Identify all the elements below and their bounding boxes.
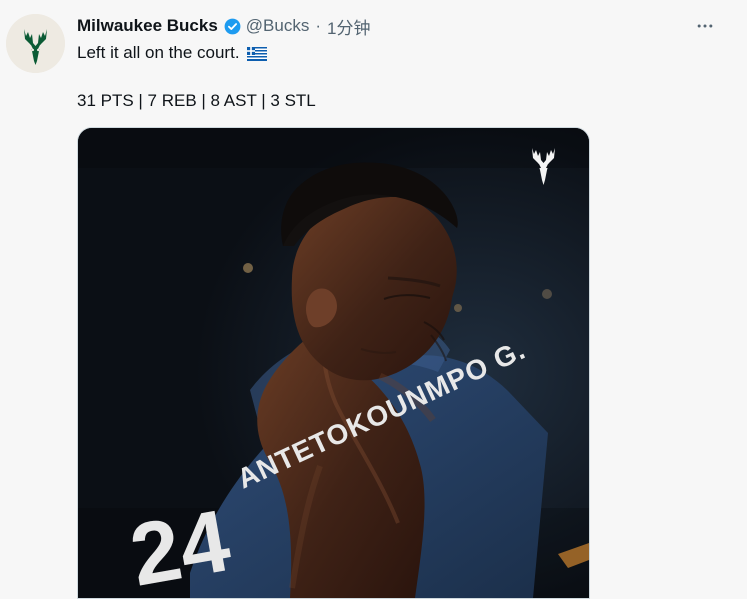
tweet-media[interactable]: ANTETOKOUNMPO G. 24	[77, 127, 590, 599]
more-icon	[697, 24, 713, 28]
verified-badge-icon	[223, 17, 242, 36]
tweet-card: Milwaukee Bucks @Bucks · 1分钟 Left it all…	[0, 0, 747, 599]
header-separator: ·	[315, 16, 322, 35]
jersey-number: 24	[123, 490, 237, 598]
author-display-name[interactable]: Milwaukee Bucks	[77, 16, 218, 36]
photo-image: ANTETOKOUNMPO G. 24	[78, 128, 589, 598]
tweet-header: Milwaukee Bucks @Bucks · 1分钟	[77, 14, 370, 39]
tweet-text-line-1: Left it all on the court.	[77, 43, 267, 63]
bucks-logo-icon	[6, 14, 65, 73]
more-button[interactable]	[693, 14, 717, 38]
author-avatar[interactable]	[6, 14, 65, 73]
tweet-text-main: Left it all on the court.	[77, 43, 240, 62]
greece-flag-icon	[246, 46, 267, 61]
author-handle[interactable]: @Bucks	[246, 16, 310, 36]
tweet-timestamp[interactable]: 1分钟	[327, 14, 370, 39]
tweet-stats-line: 31 PTS | 7 REB | 8 AST | 3 STL	[77, 91, 316, 110]
